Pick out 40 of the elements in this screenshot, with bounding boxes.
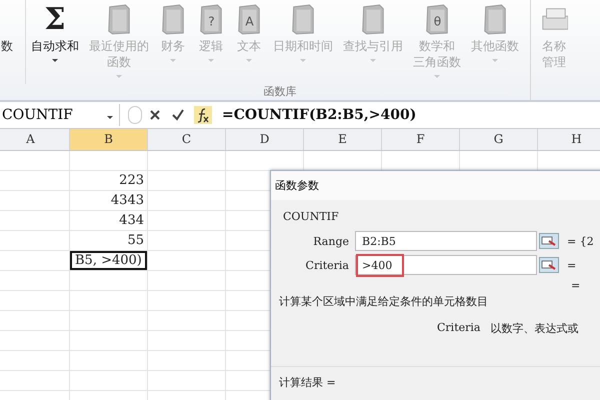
- argument-name: Criteria: [437, 321, 480, 336]
- argument-help: 以数字、表达式或: [490, 321, 578, 336]
- autosum-button[interactable]: Σ 自动求和: [26, 0, 84, 62]
- sigma-icon: Σ: [44, 2, 66, 38]
- argument-value: >400: [356, 254, 404, 276]
- cell-value: 434: [119, 213, 145, 228]
- argument-label: Range: [312, 234, 350, 248]
- cell-value: 223: [119, 173, 145, 188]
- name-box[interactable]: COUNTIF: [0, 104, 120, 126]
- dialog-title: 函数参数: [271, 171, 600, 200]
- collapse-dialog-icon[interactable]: [539, 257, 559, 273]
- column-header[interactable]: B: [70, 129, 148, 150]
- insert-function-icon[interactable]: [194, 106, 212, 124]
- argument-input[interactable]: B2:B5: [355, 231, 537, 251]
- argument-label: Criteria: [304, 258, 350, 272]
- dropdown-arrow-icon: [107, 116, 113, 119]
- check-icon[interactable]: [171, 108, 185, 122]
- function-description: 计算某个区域中满足给定条件的单元格数目: [279, 294, 489, 309]
- argument-result: = {2: [567, 234, 594, 248]
- formula-result: =: [571, 279, 582, 292]
- grip-icon: [128, 106, 142, 124]
- collapse-dialog-icon[interactable]: [539, 233, 559, 249]
- cancel-icon[interactable]: [148, 108, 162, 122]
- column-header[interactable]: E: [304, 129, 382, 150]
- argument-input[interactable]: >400: [355, 255, 537, 275]
- column-header[interactable]: G: [460, 129, 538, 150]
- function-name: COUNTIF: [283, 210, 340, 223]
- column-header[interactable]: D: [226, 129, 304, 150]
- column-header[interactable]: H: [538, 129, 600, 150]
- cell-value: 55: [127, 233, 145, 248]
- cell-value: 4343: [110, 193, 145, 208]
- ribbon-button[interactable]: 数: [0, 0, 26, 84]
- group-label: 函数库: [262, 84, 298, 99]
- argument-result: =: [567, 258, 576, 272]
- formula-field[interactable]: =COUNTIF(B2:B5,>400): [222, 107, 416, 123]
- editing-cell[interactable]: B5, >400): [70, 251, 147, 270]
- result-label: 计算结果 =: [279, 375, 337, 390]
- column-header[interactable]: C: [148, 129, 226, 150]
- argument-value: B2:B5: [361, 234, 397, 250]
- column-header[interactable]: F: [382, 129, 460, 150]
